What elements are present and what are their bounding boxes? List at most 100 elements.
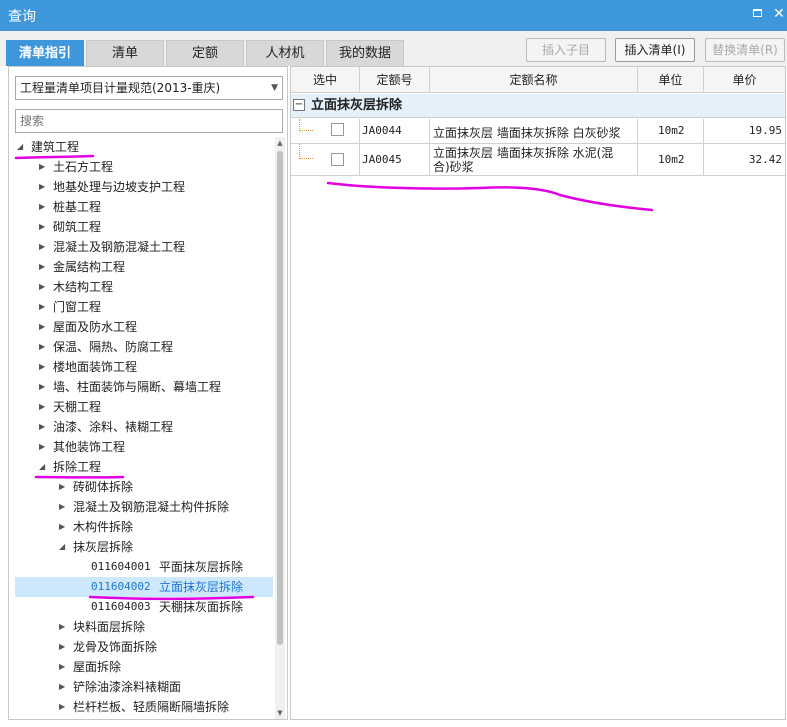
tree-node-label: 抹灰层拆除 — [73, 540, 134, 554]
tree-node-label: 混凝土及钢筋混凝土构件拆除 — [73, 500, 230, 514]
tree-node[interactable]: ▶ 龙骨及饰面拆除 — [9, 637, 274, 657]
group-row[interactable]: − 立面抹灰层拆除 — [291, 94, 785, 118]
row-checkbox[interactable] — [331, 123, 344, 136]
expanded-arrow-icon[interactable]: ◢ — [59, 537, 69, 557]
collapsed-arrow-icon[interactable]: ▶ — [39, 397, 49, 417]
collapsed-arrow-icon[interactable]: ▶ — [39, 417, 49, 437]
collapsed-arrow-icon[interactable]: ▶ — [39, 197, 49, 217]
tree-node[interactable]: 011604001 平面抹灰层拆除 — [9, 557, 274, 577]
collapse-icon[interactable]: − — [293, 99, 305, 111]
collapsed-arrow-icon[interactable]: ▶ — [59, 677, 69, 697]
tree-node-label: 桩基工程 — [53, 200, 102, 214]
col-header-unit[interactable]: 单位 — [638, 67, 704, 93]
tree-node[interactable]: ▶ 屋面及防水工程 — [9, 317, 274, 337]
insert-child-button[interactable]: 插入子目 — [526, 38, 606, 62]
unit-cell: 10m2 — [638, 144, 704, 175]
collapsed-arrow-icon[interactable]: ▶ — [59, 477, 69, 497]
tab-my-data[interactable]: 我的数据 — [326, 40, 404, 66]
collapsed-arrow-icon[interactable]: ▶ — [59, 517, 69, 537]
tree-node[interactable]: 011604003 天棚抹灰面拆除 — [9, 597, 274, 617]
collapsed-arrow-icon[interactable]: ▶ — [59, 637, 69, 657]
tree-node[interactable]: ▶ 混凝土及钢筋混凝土工程 — [9, 237, 274, 257]
tree-node-label: 混凝土及钢筋混凝土工程 — [53, 240, 186, 254]
tree-node-label: 门窗工程 — [53, 300, 102, 314]
tree-node-label: 平面抹灰层拆除 — [159, 560, 244, 574]
col-header-select[interactable]: 选中 — [291, 67, 360, 93]
dropdown-arrow-icon[interactable]: ▼ — [271, 77, 278, 99]
tab-list-guide[interactable]: 清单指引 — [6, 40, 84, 66]
tree-node[interactable]: ▶ 油漆、涂料、裱糊工程 — [9, 417, 274, 437]
tree-node[interactable]: ▶ 土石方工程 — [9, 157, 274, 177]
tree-node[interactable]: ◢ 拆除工程 — [9, 457, 274, 477]
tree-node-label: 栏杆栏板、轻质隔断隔墙拆除 — [73, 700, 230, 714]
collapsed-arrow-icon[interactable]: ▶ — [39, 237, 49, 257]
tree-node[interactable]: ▶ 砌筑工程 — [9, 217, 274, 237]
collapsed-arrow-icon[interactable]: ▶ — [39, 357, 49, 377]
collapsed-arrow-icon[interactable]: ▶ — [39, 317, 49, 337]
tree-node[interactable]: ▶ 金属结构工程 — [9, 257, 274, 277]
table-row[interactable]: JA0045 立面抹灰层 墙面抹灰拆除 水泥(混合)砂浆 10m2 32.42 — [291, 144, 785, 176]
collapsed-arrow-icon[interactable]: ▶ — [59, 657, 69, 677]
tree-node[interactable]: ▶ 砖砌体拆除 — [9, 477, 274, 497]
name-cell: 立面抹灰层 墙面抹灰拆除 水泥(混合)砂浆 — [430, 144, 638, 175]
tree-node[interactable]: 011604002 立面抹灰层拆除 — [15, 577, 273, 597]
tree-node[interactable]: ▶ 块料面层拆除 — [9, 617, 274, 637]
tree-node[interactable]: ▶ 木构件拆除 — [9, 517, 274, 537]
col-header-code[interactable]: 定额号 — [360, 67, 430, 93]
collapsed-arrow-icon[interactable]: ▶ — [39, 257, 49, 277]
tree-scrollbar[interactable]: ▲ ▼ — [275, 137, 285, 719]
close-icon[interactable]: ✕ — [770, 5, 787, 23]
table-row[interactable]: JA0044 立面抹灰层 墙面抹灰拆除 白灰砂浆 10m2 19.95 — [291, 119, 785, 144]
unit-cell: 10m2 — [638, 119, 704, 143]
collapsed-arrow-icon[interactable]: ▶ — [59, 497, 69, 517]
expanded-arrow-icon[interactable]: ◢ — [39, 457, 49, 477]
tab-quota[interactable]: 定额 — [166, 40, 244, 66]
tree-node[interactable]: ◢ 建筑工程 — [9, 137, 274, 157]
collapsed-arrow-icon[interactable]: ▶ — [59, 617, 69, 637]
collapsed-arrow-icon[interactable]: ▶ — [39, 157, 49, 177]
row-checkbox[interactable] — [331, 153, 344, 166]
scrollbar-thumb[interactable] — [277, 151, 283, 645]
tree-node[interactable]: ▶ 其他装饰工程 — [9, 437, 274, 457]
tree-node[interactable]: ▶ 楼地面装饰工程 — [9, 357, 274, 377]
tree-node-label: 拆除工程 — [53, 460, 102, 474]
replace-list-button[interactable]: 替换清单(R) — [705, 38, 785, 62]
col-header-name[interactable]: 定额名称 — [430, 67, 638, 93]
collapsed-arrow-icon[interactable]: ▶ — [39, 177, 49, 197]
select-cell — [291, 144, 360, 175]
collapsed-arrow-icon[interactable]: ▶ — [39, 337, 49, 357]
scroll-up-icon[interactable]: ▲ — [276, 139, 284, 147]
collapsed-arrow-icon[interactable]: ▶ — [39, 437, 49, 457]
collapsed-arrow-icon[interactable]: ▶ — [39, 217, 49, 237]
tree-node[interactable]: ▶ 墙、柱面装饰与隔断、幕墙工程 — [9, 377, 274, 397]
tree-node[interactable]: ▶ 木结构工程 — [9, 277, 274, 297]
tree-node[interactable]: ▶ 屋面拆除 — [9, 657, 274, 677]
tree-node[interactable]: ▶ 门窗工程 — [9, 297, 274, 317]
tree-node-label: 金属结构工程 — [53, 260, 126, 274]
tab-labor-material[interactable]: 人材机 — [246, 40, 324, 66]
expanded-arrow-icon[interactable]: ◢ — [17, 137, 27, 157]
collapsed-arrow-icon[interactable]: ▶ — [39, 297, 49, 317]
tree-node[interactable]: ▶ 地基处理与边坡支护工程 — [9, 177, 274, 197]
tree-node[interactable]: ▶ 混凝土及钢筋混凝土构件拆除 — [9, 497, 274, 517]
col-header-price[interactable]: 单价 — [704, 67, 785, 93]
restore-icon[interactable] — [748, 5, 766, 23]
collapsed-arrow-icon[interactable]: ▶ — [39, 277, 49, 297]
insert-list-button[interactable]: 插入清单(I) — [615, 38, 695, 62]
tree-node-label: 铲除油漆涂料裱糊面 — [73, 680, 182, 694]
search-input[interactable] — [15, 109, 283, 133]
tree-node-label: 其他装饰工程 — [53, 440, 126, 454]
tree-node[interactable]: ▶ 桩基工程 — [9, 197, 274, 217]
collapsed-arrow-icon[interactable]: ▶ — [59, 697, 69, 717]
spec-select[interactable]: 工程量清单项目计量规范(2013-重庆) ▼ — [15, 76, 283, 100]
tree-node[interactable]: ▶ 保温、隔热、防腐工程 — [9, 337, 274, 357]
code-cell: JA0044 — [360, 119, 430, 143]
collapsed-arrow-icon[interactable]: ▶ — [39, 377, 49, 397]
tab-list[interactable]: 清单 — [86, 40, 164, 66]
tree-node-label: 屋面拆除 — [73, 660, 122, 674]
tree-node[interactable]: ▶ 铲除油漆涂料裱糊面 — [9, 677, 274, 697]
tree-node[interactable]: ◢ 抹灰层拆除 — [9, 537, 274, 557]
scroll-down-icon[interactable]: ▼ — [276, 709, 284, 717]
tree-node[interactable]: ▶ 天棚工程 — [9, 397, 274, 417]
tree-node[interactable]: ▶ 栏杆栏板、轻质隔断隔墙拆除 — [9, 697, 274, 717]
